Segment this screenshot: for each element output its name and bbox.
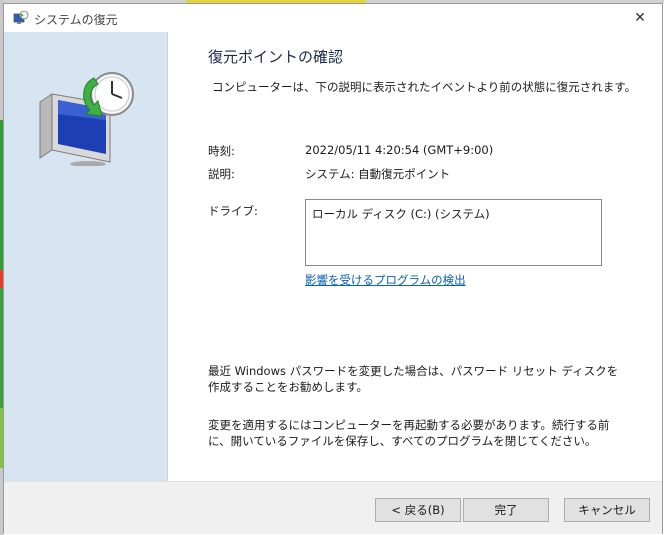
description-value: システム: 自動復元ポイント — [305, 167, 451, 181]
cancel-button[interactable]: キャンセル — [564, 498, 650, 522]
title-bar[interactable]: システムの復元 ✕ — [4, 4, 662, 32]
finish-button[interactable]: 完了 — [463, 498, 549, 522]
time-value: 2022/05/11 4:20:54 (GMT+9:00) — [305, 143, 494, 157]
close-button[interactable]: ✕ — [618, 4, 662, 32]
drives-label: ドライブ: — [208, 204, 258, 218]
main-content: 復元ポイントの確認 コンピューターは、下の説明に表示されたイベントより前の状態に… — [168, 32, 662, 481]
system-restore-icon — [13, 10, 29, 24]
page-title: 復元ポイントの確認 — [208, 48, 344, 66]
sidebar-panel — [4, 32, 168, 481]
description-label: 説明: — [208, 167, 235, 181]
intro-text: コンピューターは、下の説明に表示されたイベントより前の状態に復元されます。 — [212, 80, 637, 94]
back-button[interactable]: < 戻る(B) — [375, 498, 461, 522]
window-title: システムの復元 — [34, 13, 118, 27]
system-restore-dialog: システムの復元 ✕ 復元ポイントの確認 コンピューターは、下の説明に表示されたイ… — [3, 3, 663, 534]
scan-affected-programs-link[interactable]: 影響を受けるプログラムの検出 — [305, 272, 466, 288]
drive-item[interactable]: ローカル ディスク (C:) (システム) — [312, 206, 490, 222]
drives-list[interactable]: ローカル ディスク (C:) (システム) — [305, 199, 602, 266]
password-note: 最近 Windows パスワードを変更した場合は、パスワード リセット ディスク… — [208, 364, 619, 394]
time-label: 時刻: — [208, 144, 235, 158]
system-restore-hero-icon — [39, 72, 134, 166]
button-bar: < 戻る(B) 完了 キャンセル — [4, 481, 662, 534]
restart-note: 変更を適用するにはコンピューターを再起動する必要があります。続行する前に、開いて… — [208, 418, 610, 448]
